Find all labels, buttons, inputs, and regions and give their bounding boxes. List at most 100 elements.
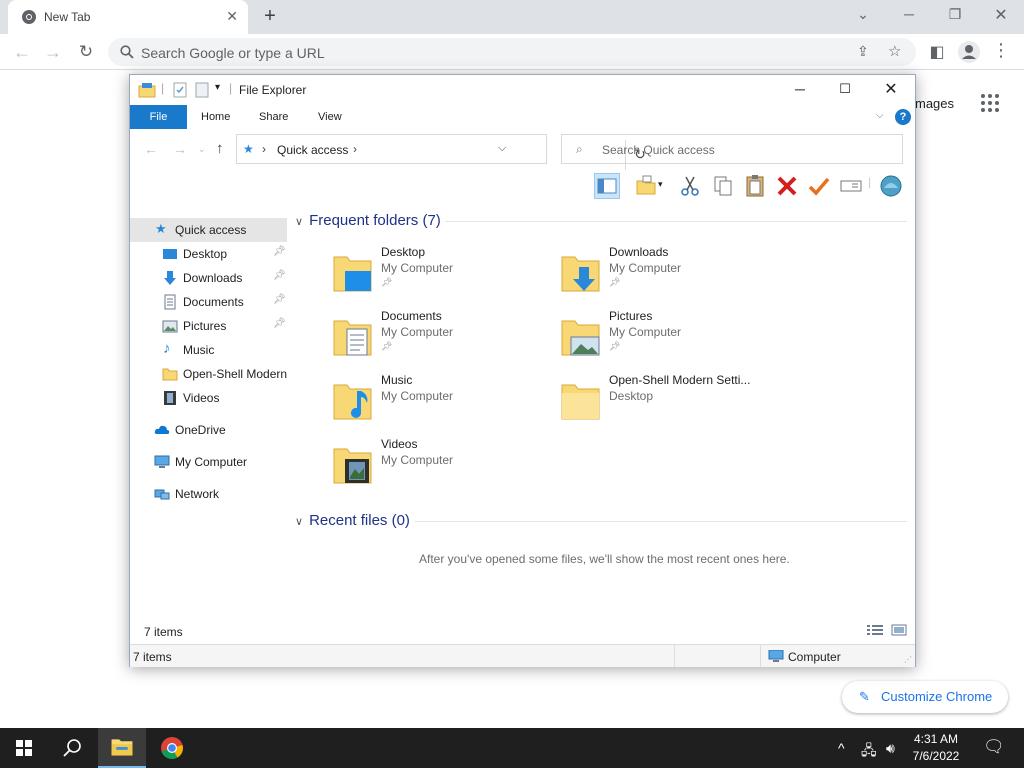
folder-tile-videos[interactable]: Videos My Computer <box>333 437 553 495</box>
desktop-icon <box>163 249 177 259</box>
large-icons-view-icon[interactable] <box>891 624 907 636</box>
close-button[interactable]: ✕ <box>991 5 1011 25</box>
file-explorer-icon <box>111 739 133 756</box>
address-bar[interactable]: ★ › Quick access › ⌵ ↻ <box>236 134 646 170</box>
folder-tile-downloads[interactable]: Downloads My Computer 📌︎ <box>561 245 781 303</box>
nav-item-videos[interactable]: Videos <box>130 386 287 410</box>
pin-icon: 📌︎ <box>381 341 393 351</box>
collapse-chevron-icon[interactable]: ∨ <box>295 216 303 228</box>
nav-item-desktop[interactable]: Desktop 📌︎ <box>130 242 287 266</box>
ribbon-tab-view[interactable]: View <box>318 111 342 123</box>
nav-item-onedrive[interactable]: OneDrive <box>130 418 287 442</box>
profile-avatar[interactable] <box>958 41 980 63</box>
address-dropdown-icon[interactable]: ⌵ <box>498 142 506 155</box>
chrome-tab-strip: New Tab ✕ + ⌄ ─ ❐ ✕ <box>0 0 1024 34</box>
help-icon[interactable]: ? <box>895 109 911 125</box>
open-shell-icon[interactable] <box>878 173 904 199</box>
clock-date: 7/6/2022 <box>912 749 960 763</box>
details-view-icon[interactable] <box>867 624 883 636</box>
explorer-forward-button[interactable]: → <box>173 141 187 157</box>
nav-item-quick-access[interactable]: ★ Quick access <box>130 218 287 242</box>
checkmark-icon[interactable] <box>806 173 832 199</box>
rename-icon[interactable] <box>838 173 864 199</box>
navigation-pane-icon[interactable] <box>594 173 620 199</box>
nav-label: Open-Shell Modern <box>183 367 288 381</box>
new-tab-button[interactable]: + <box>259 5 281 27</box>
new-folder-toolbar-icon[interactable] <box>634 173 660 199</box>
resize-grip-icon[interactable]: ⋰ <box>904 655 912 664</box>
frequent-folders-header[interactable]: ∨ Frequent folders (7) <box>295 212 441 229</box>
tab-close-icon[interactable]: ✕ <box>226 8 238 25</box>
recent-locations-icon[interactable]: ⌄ <box>198 144 206 155</box>
recent-files-header[interactable]: ∨ Recent files (0) <box>295 512 410 529</box>
address-row: ← → ⌄ ↑ ★ › Quick access › ⌵ ↻ ⌕ Search … <box>130 129 915 170</box>
status-location: Computer <box>788 650 841 664</box>
network-tray-icon[interactable]: 🖧︎ <box>861 740 877 764</box>
cut-icon[interactable] <box>677 173 703 199</box>
nav-item-network[interactable]: Network <box>130 482 287 506</box>
nav-item-my-computer[interactable]: My Computer <box>130 450 287 474</box>
nav-item-documents[interactable]: Documents 📌︎ <box>130 290 287 314</box>
copy-icon[interactable] <box>710 173 736 199</box>
share-icon[interactable]: ⇪ <box>857 43 869 60</box>
nav-item-music[interactable]: ♪ Music <box>130 338 287 362</box>
tab-new-tab[interactable]: New Tab ✕ <box>8 0 248 34</box>
properties-icon[interactable] <box>172 81 188 99</box>
expand-ribbon-icon[interactable]: ⌵ <box>876 110 884 121</box>
command-toolbar: ▾ | <box>592 171 912 201</box>
explorer-maximize-button[interactable]: ☐ <box>835 81 855 97</box>
folder-tile-music[interactable]: Music My Computer <box>333 373 553 431</box>
notifications-icon[interactable]: 🗨︎ <box>983 737 1005 757</box>
qat-separator: | <box>161 81 165 95</box>
ribbon-tab-share[interactable]: Share <box>259 111 288 123</box>
qat-dropdown-icon[interactable]: ▾ <box>215 82 220 100</box>
breadcrumb-quick-access[interactable]: Quick access <box>277 143 348 157</box>
tab-search-icon[interactable]: ⌄ <box>853 6 873 23</box>
customize-chrome-button[interactable]: ✎ Customize Chrome <box>842 681 1008 713</box>
minimize-button[interactable]: ─ <box>899 6 919 22</box>
explorer-back-button[interactable]: ← <box>144 141 158 157</box>
folder-name: Open-Shell Modern Setti... <box>609 373 751 387</box>
restore-button[interactable]: ❐ <box>945 6 965 23</box>
taskbar-chrome[interactable] <box>148 728 196 768</box>
ribbon-tab-file[interactable]: File <box>130 105 187 129</box>
delete-icon[interactable] <box>774 173 800 199</box>
nav-item-open-shell[interactable]: Open-Shell Modern <box>130 362 287 386</box>
chrome-menu-icon[interactable]: ⋮ <box>991 40 1011 61</box>
explorer-minimize-button[interactable]: ─ <box>790 81 810 97</box>
nav-item-pictures[interactable]: Pictures 📌︎ <box>130 314 287 338</box>
folder-tile-desktop[interactable]: Desktop My Computer 📌︎ <box>333 245 553 303</box>
side-panel-icon[interactable]: ◧ <box>927 42 947 62</box>
nav-item-downloads[interactable]: Downloads 📌︎ <box>130 266 287 290</box>
collapse-chevron-icon[interactable]: ∨ <box>295 516 303 528</box>
folder-tile-pictures[interactable]: Pictures My Computer 📌︎ <box>561 309 781 367</box>
folder-tile-open-shell[interactable]: Open-Shell Modern Setti... Desktop <box>561 373 781 431</box>
new-folder-icon[interactable] <box>194 81 210 99</box>
up-button[interactable]: ↑ <box>216 140 224 157</box>
ntp-images-link[interactable]: mages <box>915 96 954 111</box>
search-button[interactable] <box>48 728 96 768</box>
qat-separator: | <box>229 81 233 95</box>
status-divider <box>760 645 761 667</box>
taskbar-file-explorer[interactable] <box>98 728 146 768</box>
explorer-close-button[interactable]: ✕ <box>881 79 901 99</box>
paste-icon[interactable] <box>742 173 768 199</box>
back-button[interactable]: ← <box>11 42 33 62</box>
folder-location: My Computer <box>381 453 454 467</box>
quick-access-star-icon: ★ <box>243 142 254 156</box>
breadcrumb-chevron-icon[interactable]: › <box>353 142 357 156</box>
search-box[interactable]: ⌕ Search Quick access <box>561 134 903 164</box>
reload-button[interactable]: ↻ <box>75 42 97 62</box>
volume-icon[interactable]: 🔊︎ <box>886 740 895 757</box>
omnibox[interactable]: Search Google or type a URL ⇪ ☆ <box>108 38 916 66</box>
folder-location: My Computer <box>381 325 454 339</box>
bookmark-star-icon[interactable]: ☆ <box>888 42 901 60</box>
start-button[interactable] <box>0 728 48 768</box>
show-hidden-icons-icon[interactable]: ^ <box>838 740 845 756</box>
forward-button[interactable]: → <box>42 42 64 62</box>
ribbon-tab-home[interactable]: Home <box>201 111 230 123</box>
breadcrumb-chevron-icon[interactable]: › <box>262 142 266 156</box>
folder-tile-documents[interactable]: Documents My Computer 📌︎ <box>333 309 553 367</box>
google-apps-icon[interactable] <box>980 93 1000 113</box>
taskbar-clock[interactable]: 4:31 AM 7/6/2022 <box>906 731 966 765</box>
